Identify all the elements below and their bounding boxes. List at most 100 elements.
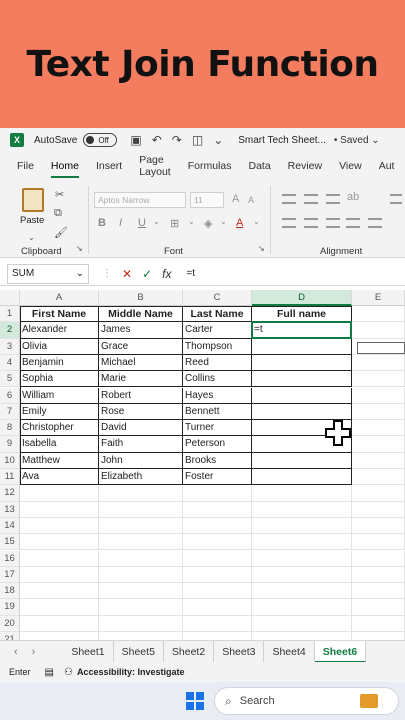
empty-cell[interactable] xyxy=(352,306,405,323)
accessibility-icon[interactable]: ⚇ xyxy=(64,667,73,678)
sheet-tab[interactable]: Sheet2 xyxy=(164,640,215,663)
align-center-icon[interactable] xyxy=(304,218,318,228)
table-header-cell[interactable]: Last Name xyxy=(183,306,252,323)
table-cell[interactable]: Bennett xyxy=(183,403,252,421)
row-header[interactable]: 15 xyxy=(0,534,20,551)
table-cell[interactable]: Brooks xyxy=(183,452,252,469)
table-cell[interactable]: Matthew xyxy=(20,452,99,469)
paste-dropdown-icon[interactable]: ⌄ xyxy=(28,233,35,242)
table-cell[interactable]: Isabella xyxy=(20,436,99,453)
table-cell[interactable]: Rose xyxy=(99,403,183,421)
decrease-indent-icon[interactable] xyxy=(346,218,360,228)
table-cell[interactable]: Marie xyxy=(99,371,183,388)
table-cell[interactable] xyxy=(252,469,352,486)
briefcase-icon[interactable] xyxy=(360,694,378,708)
empty-cell[interactable] xyxy=(20,485,99,502)
sheet-tab[interactable]: Sheet3 xyxy=(214,640,265,663)
save-icon[interactable]: ▣ xyxy=(130,133,141,147)
row-header[interactable]: 14 xyxy=(0,517,20,535)
tab-view[interactable]: View xyxy=(339,160,362,172)
underline-dropdown-icon[interactable]: ⌄ xyxy=(153,217,160,226)
empty-cell[interactable] xyxy=(183,534,252,551)
row-header[interactable]: 20 xyxy=(0,615,20,632)
cut-icon[interactable]: ✂ xyxy=(55,188,64,201)
tab-file[interactable]: File xyxy=(17,160,34,172)
empty-cell[interactable] xyxy=(20,534,99,551)
formula-input[interactable]: =t xyxy=(186,268,195,279)
empty-cell[interactable] xyxy=(352,354,405,372)
empty-cell[interactable] xyxy=(20,566,99,584)
table-cell[interactable]: Emily xyxy=(20,403,99,421)
empty-cell[interactable] xyxy=(352,583,405,600)
empty-cell[interactable] xyxy=(183,501,252,518)
chevron-right-icon[interactable]: › xyxy=(32,646,36,658)
empty-cell[interactable] xyxy=(352,632,405,640)
empty-cell[interactable] xyxy=(252,583,352,600)
sheet-tab[interactable]: Sheet1 xyxy=(63,640,114,663)
table-header-cell[interactable]: First Name xyxy=(20,306,99,323)
paste-button[interactable]: Paste xyxy=(20,215,44,226)
empty-cell[interactable] xyxy=(352,403,405,421)
empty-cell[interactable] xyxy=(252,485,352,502)
font-color-icon[interactable]: A xyxy=(236,217,243,229)
empty-cell[interactable] xyxy=(99,583,183,600)
table-cell[interactable]: Olivia xyxy=(20,338,99,355)
fill-dropdown-icon[interactable]: ⌄ xyxy=(220,217,227,226)
tab-home[interactable]: Home xyxy=(50,160,79,178)
cancel-icon[interactable]: ✕ xyxy=(122,267,132,281)
select-all-corner[interactable] xyxy=(0,290,20,306)
clipboard-launcher-icon[interactable]: ↘ xyxy=(76,244,83,253)
column-header[interactable]: C xyxy=(183,290,252,306)
empty-cell[interactable] xyxy=(352,566,405,584)
fill-color-icon[interactable]: ◈ xyxy=(204,217,212,230)
table-cell[interactable]: Christopher xyxy=(20,420,99,437)
empty-cell[interactable] xyxy=(352,517,405,535)
paste-icon[interactable] xyxy=(22,188,44,212)
empty-cell[interactable] xyxy=(352,485,405,502)
customize-icon[interactable]: ⌄ xyxy=(213,133,223,147)
table-cell[interactable]: Hayes xyxy=(183,387,252,404)
empty-cell[interactable] xyxy=(99,615,183,632)
font-name-box[interactable]: Aptos Narrow xyxy=(94,192,186,208)
borders-icon[interactable]: ⊞ xyxy=(170,217,179,230)
tab-data[interactable]: Data xyxy=(248,160,270,172)
tab-review[interactable]: Review xyxy=(288,160,322,172)
macro-icon[interactable]: ▤ xyxy=(45,667,54,678)
row-header[interactable]: 9 xyxy=(0,436,20,453)
empty-cell[interactable] xyxy=(352,469,405,486)
empty-cell[interactable] xyxy=(352,599,405,616)
table-cell[interactable]: Thompson xyxy=(183,338,252,355)
empty-cell[interactable] xyxy=(352,550,405,567)
empty-cell[interactable] xyxy=(252,615,352,632)
font-size-box[interactable]: 11 xyxy=(190,192,224,208)
enter-check-icon[interactable]: ✓ xyxy=(142,267,152,281)
sheet-tab[interactable]: Sheet5 xyxy=(114,640,164,663)
empty-cell[interactable] xyxy=(352,371,405,388)
row-header[interactable]: 13 xyxy=(0,501,20,518)
table-cell[interactable]: =t xyxy=(252,322,352,339)
row-header[interactable]: 5 xyxy=(0,371,20,388)
bold-icon[interactable]: B xyxy=(98,217,106,229)
autosave-toggle[interactable]: Off xyxy=(83,133,118,147)
sheet-tab-active[interactable]: Sheet6 xyxy=(314,640,367,663)
row-header[interactable]: 2 xyxy=(0,322,20,339)
table-cell[interactable] xyxy=(252,387,352,404)
table-cell[interactable]: Grace xyxy=(99,338,183,355)
row-header[interactable]: 17 xyxy=(0,566,20,584)
italic-icon[interactable]: I xyxy=(119,217,122,229)
empty-cell[interactable] xyxy=(20,615,99,632)
table-cell[interactable]: David xyxy=(99,420,183,437)
column-header[interactable]: B xyxy=(99,290,183,306)
align-left-icon[interactable] xyxy=(282,218,296,228)
table-cell[interactable]: Carter xyxy=(183,322,252,339)
redo-icon[interactable]: ↷ xyxy=(172,133,182,147)
empty-cell[interactable] xyxy=(183,550,252,567)
row-header[interactable]: 10 xyxy=(0,452,20,469)
empty-cell[interactable] xyxy=(99,566,183,584)
row-header[interactable]: 21 xyxy=(0,632,20,640)
row-header[interactable]: 1 xyxy=(0,306,20,323)
tab-formulas[interactable]: Formulas xyxy=(188,160,232,172)
table-cell[interactable]: Collins xyxy=(183,371,252,388)
align-right-icon[interactable] xyxy=(326,218,340,228)
empty-cell[interactable] xyxy=(20,583,99,600)
